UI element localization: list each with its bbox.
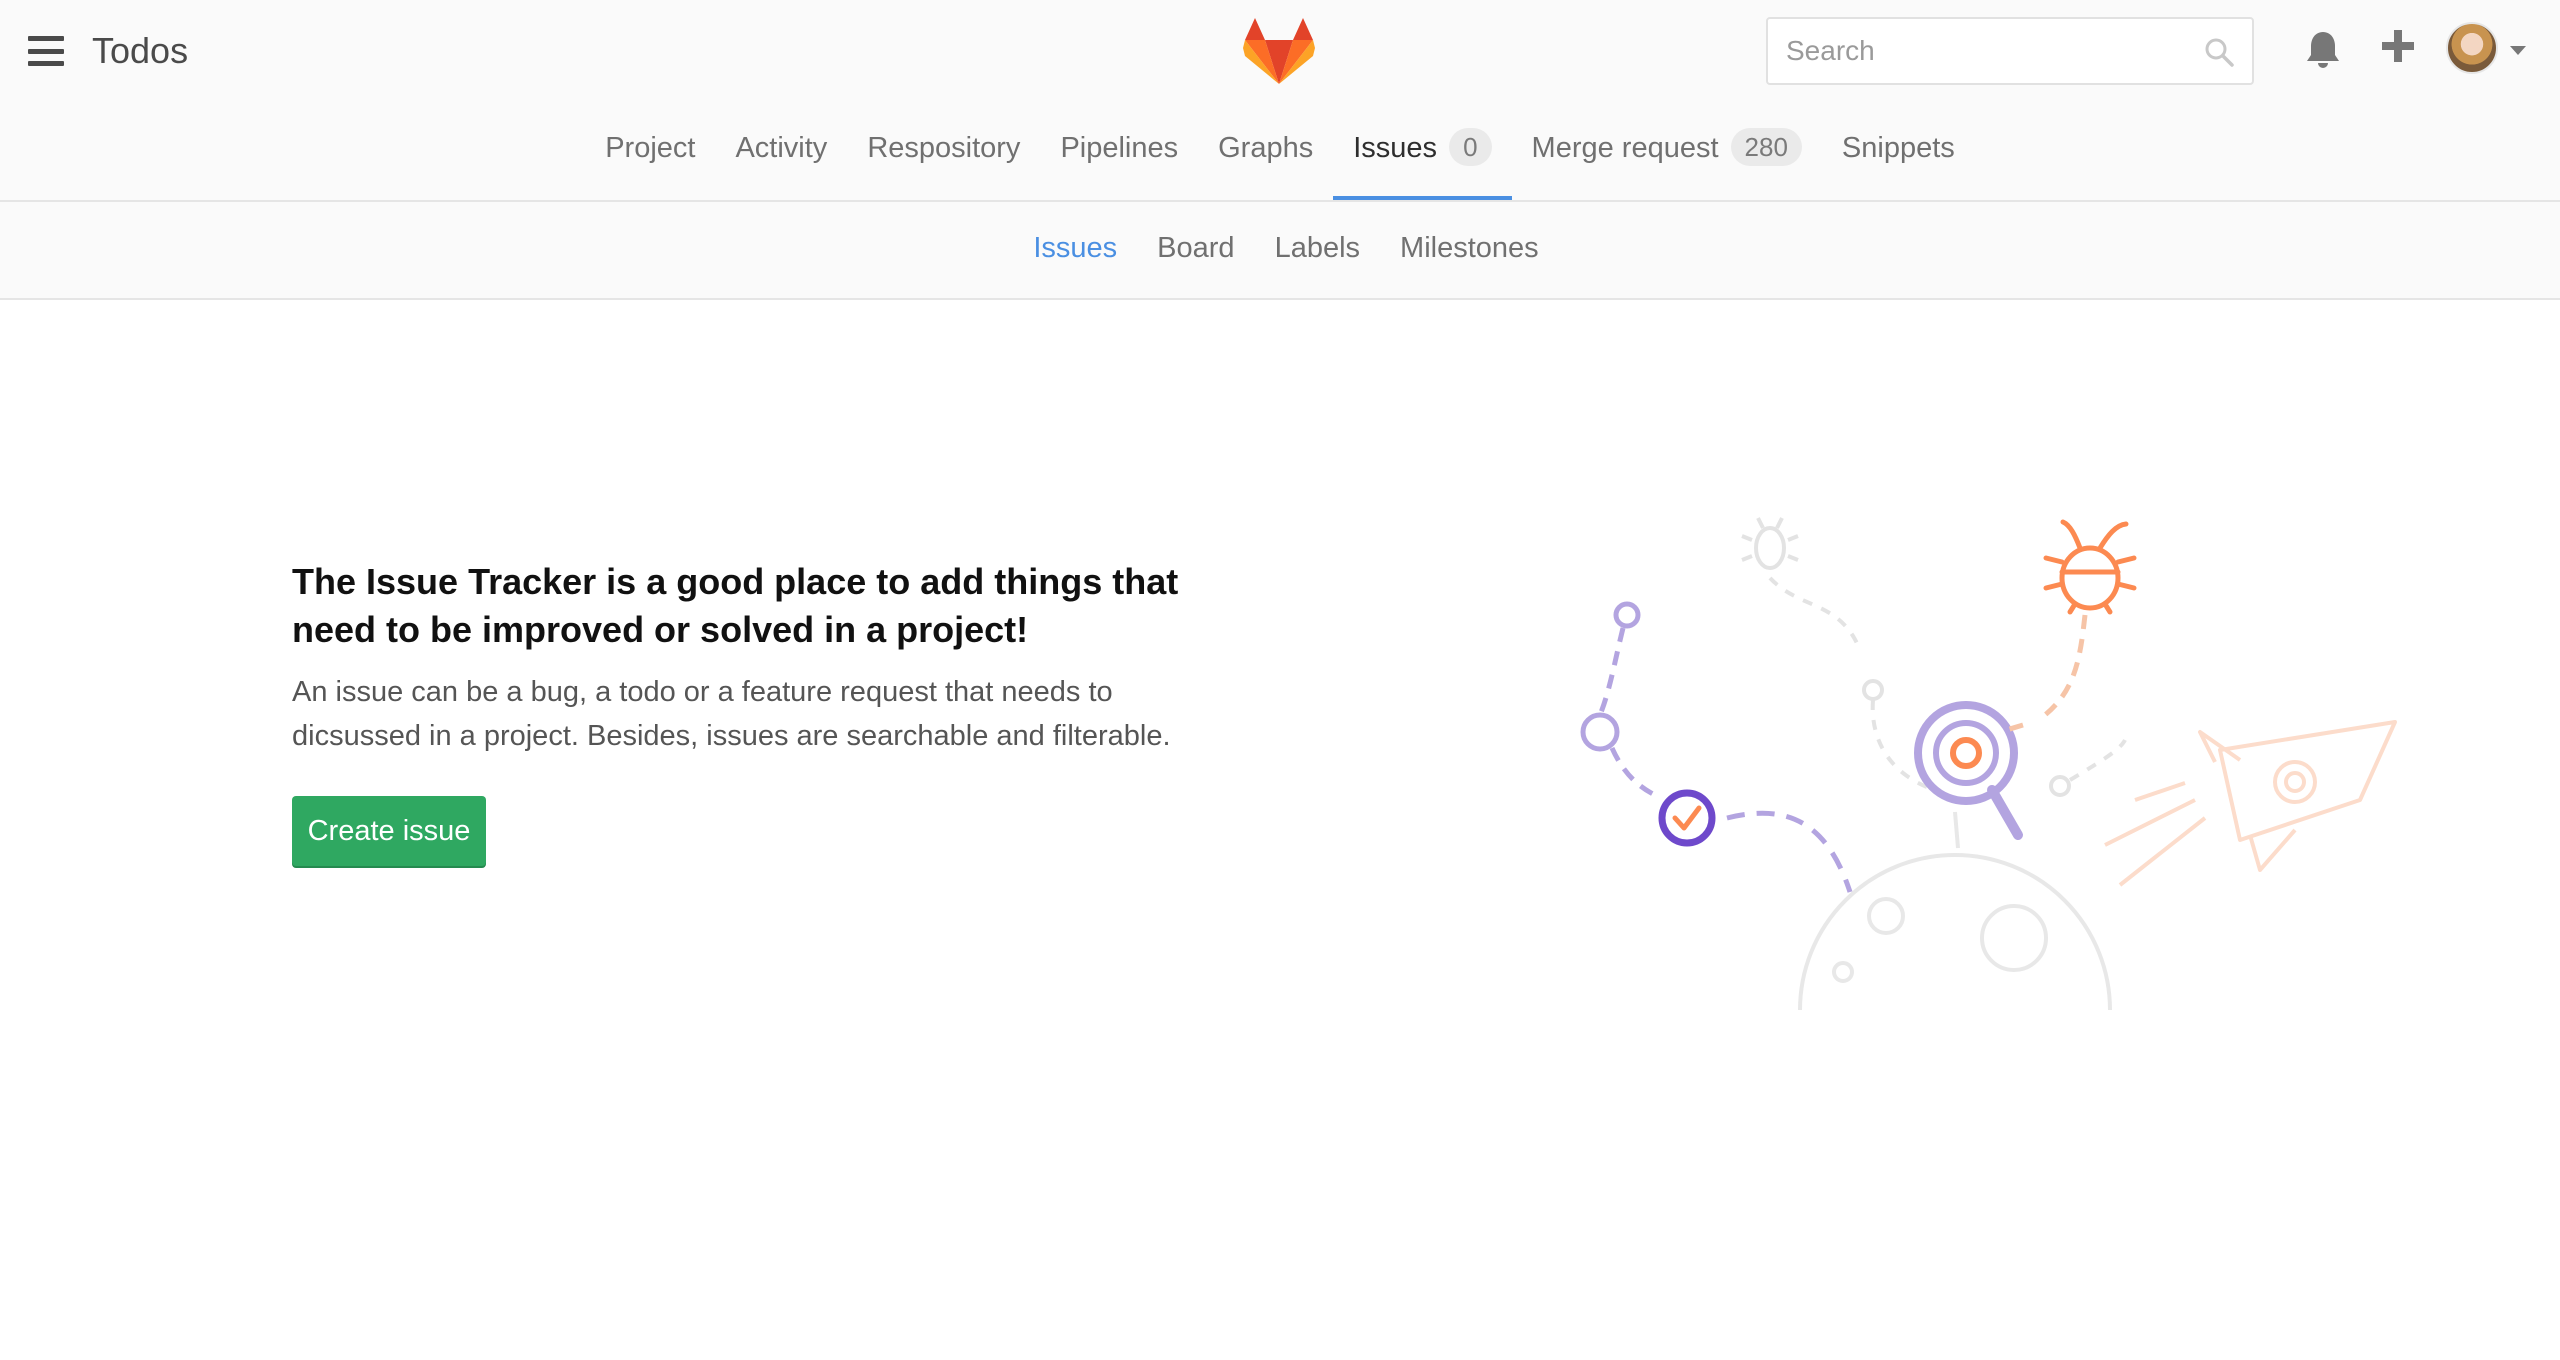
search-box[interactable]: [1766, 17, 2254, 85]
nav-snippets[interactable]: Snippets: [1822, 118, 1975, 200]
nav-label: Respository: [867, 132, 1021, 164]
nav-label: Project: [605, 132, 696, 164]
merge-request-count-badge: 280: [1730, 128, 1802, 166]
empty-state-title: The Issue Tracker is a good place to add…: [292, 561, 1179, 650]
nav-label: Merge request: [1531, 132, 1719, 164]
avatar[interactable]: [2446, 22, 2498, 74]
gitlab-logo[interactable]: [1243, 18, 1315, 84]
nav-label: Graphs: [1218, 132, 1314, 164]
issues-empty-illustration: [1580, 517, 2397, 1011]
search-icon[interactable]: [2204, 37, 2234, 67]
caret-down-icon[interactable]: [2510, 46, 2526, 56]
bell-icon[interactable]: [2304, 30, 2342, 70]
issues-count-badge: 0: [1449, 128, 1492, 166]
nav-label: Pipelines: [1060, 132, 1179, 164]
issues-subnav: Issues Board Labels Milestones: [0, 232, 2560, 282]
subnav-labels[interactable]: Labels: [1275, 232, 1360, 282]
nav-issues[interactable]: Issues 0: [1333, 118, 1512, 200]
nav-label: Activity: [735, 132, 828, 164]
plus-icon[interactable]: [2382, 30, 2414, 62]
nav-pipelines[interactable]: Pipelines: [1040, 118, 1198, 200]
subnav-board[interactable]: Board: [1157, 232, 1234, 282]
nav-merge-requests[interactable]: Merge request 280: [1512, 118, 1822, 200]
empty-state-description: An issue can be a bug, a todo or a featu…: [292, 676, 1171, 752]
nav-graphs[interactable]: Graphs: [1198, 118, 1333, 200]
nav-label: Issues: [1353, 132, 1438, 164]
page-title: Todos: [92, 30, 189, 71]
create-issue-button[interactable]: Create issue: [292, 796, 486, 866]
hamburger-icon[interactable]: [28, 36, 64, 66]
nav-label: Snippets: [1841, 132, 1955, 164]
nav-project[interactable]: Project: [585, 118, 715, 200]
search-input[interactable]: [1768, 19, 2252, 83]
project-nav: Project Activity Respository Pipelines G…: [0, 118, 2560, 200]
nav-activity[interactable]: Activity: [715, 118, 847, 200]
top-header: Todos Project Activity Respository Pipel…: [0, 0, 2560, 300]
nav-repository[interactable]: Respository: [847, 118, 1040, 200]
subnav-issues[interactable]: Issues: [1033, 232, 1117, 282]
subnav-milestones[interactable]: Milestones: [1400, 232, 1539, 282]
